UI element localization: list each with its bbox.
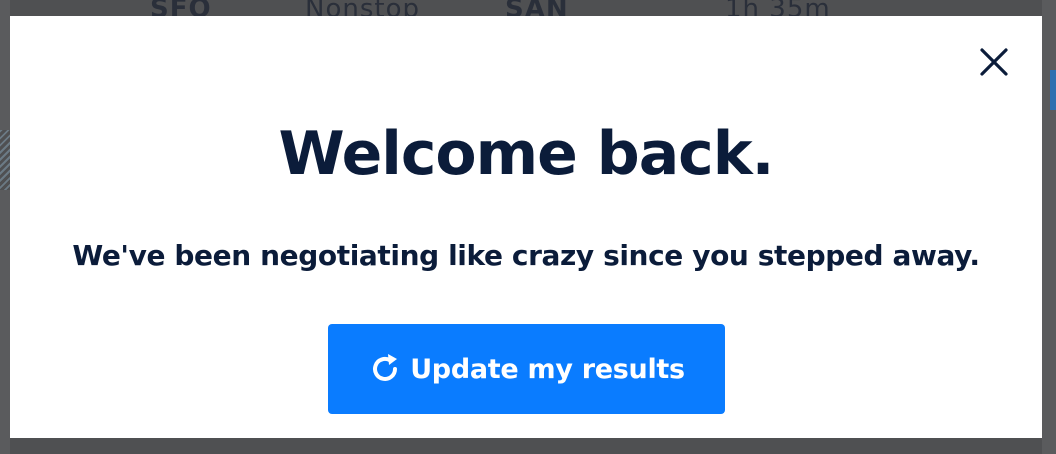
close-icon: [980, 48, 1008, 76]
background-left-edge: [0, 0, 10, 454]
modal-subtitle: We've been negotiating like crazy since …: [72, 239, 980, 272]
update-results-label: Update my results: [410, 353, 685, 385]
welcome-back-modal: Welcome back. We've been negotiating lik…: [10, 16, 1042, 438]
close-button[interactable]: [976, 44, 1012, 80]
background-right-edge: [1042, 0, 1056, 454]
update-results-button[interactable]: Update my results: [328, 324, 725, 414]
refresh-icon: [368, 352, 402, 386]
modal-title: Welcome back.: [278, 119, 775, 189]
background-accent: [1050, 70, 1056, 110]
background-logo-fragment: [0, 130, 10, 190]
